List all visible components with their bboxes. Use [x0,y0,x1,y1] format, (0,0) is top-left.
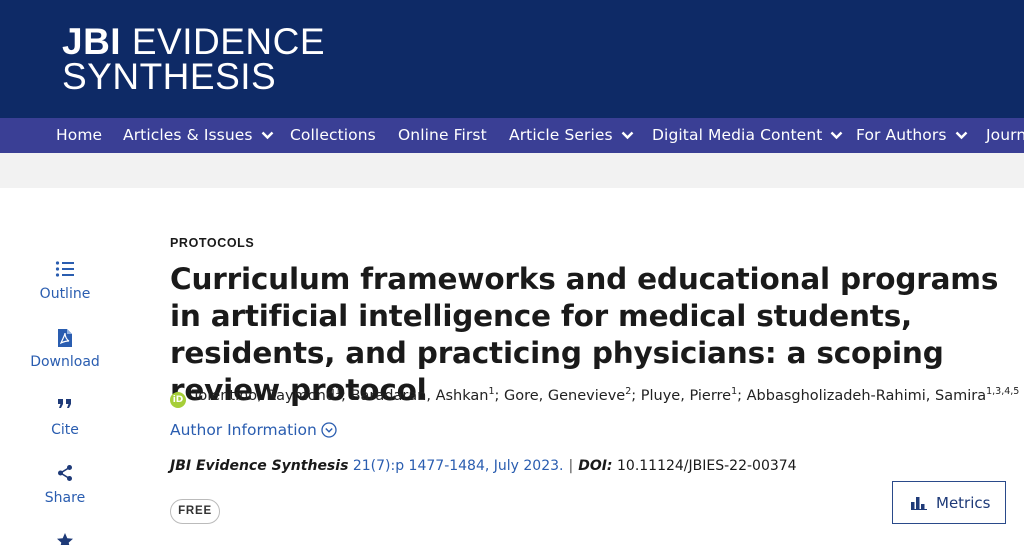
rail-cite[interactable]: Cite [20,396,110,438]
article-tools-rail: Outline Download Cite Share [0,188,130,545]
author-affiliation: 1 [488,386,495,397]
author-link[interactable]: Baradaran, Ashkan [351,388,489,404]
doi-value: 10.11124/JBIES-22-00374 [617,458,797,474]
author-list: iD Tolentino, Raymond1; Baradaran, Ashkan… [170,386,1020,408]
nav-for-authors[interactable]: For Authors [856,118,968,153]
nav-home-label: Home [56,126,103,144]
chevron-circle-down-icon [321,422,337,442]
masthead: JBI EVIDENCE SYNTHESIS [0,0,1024,118]
nav-digital-media-content[interactable]: Digital Media Content [652,118,843,153]
chevron-down-icon [261,131,274,140]
citation-line: JBI Evidence Synthesis 21(7):p 1477-1484… [170,458,797,474]
nav-article-series-label: Article Series [509,126,613,144]
author-affiliation: 1 [335,386,342,397]
nav-article-series[interactable]: Article Series [509,118,634,153]
nav-collections-label: Collections [290,126,376,144]
nav-articles-issues[interactable]: Articles & Issues [123,118,274,153]
nav-for-authors-label: For Authors [856,126,947,144]
rail-outline-label: Outline [39,286,91,302]
nav-journal[interactable]: Journ [986,118,1024,153]
nav-collections[interactable]: Collections [290,118,376,153]
journal-name: JBI Evidence Synthesis [170,458,349,474]
rail-download[interactable]: Download [20,328,110,370]
author-link[interactable]: Gore, Genevieve [504,388,625,404]
rail-download-label: Download [30,354,100,370]
author-affiliation: 1 [731,386,738,397]
star-icon [20,532,110,545]
author-affiliation: 1,3,4,5 [986,386,1020,397]
share-icon [20,464,110,484]
chevron-down-icon [955,131,968,140]
issue-link[interactable]: 21(7):p 1477-1484, July 2023. [353,458,564,474]
author-affiliation: 2 [625,386,632,397]
article-section: PROTOCOLS [170,236,255,250]
chevron-down-icon [830,131,843,140]
author-link[interactable]: Tolentino, Raymond [192,388,335,404]
rail-share-label: Share [44,490,86,506]
author-information-label: Author Information [170,421,317,439]
nav-articles-issues-label: Articles & Issues [123,126,253,144]
citation-separator: | [568,458,574,474]
nav-home[interactable]: Home [56,118,102,153]
main-nav: Home Articles & Issues Collections Onlin… [0,118,1024,153]
metrics-button[interactable]: Metrics [892,481,1006,524]
chevron-down-icon [621,131,634,140]
doi-label: DOI: [578,458,613,474]
rail-cite-label: Cite [51,422,79,438]
outline-icon [20,260,110,280]
orcid-icon[interactable]: iD [170,391,186,408]
content-topbar [0,153,1024,188]
nav-online-first[interactable]: Online First [398,118,487,153]
pdf-icon [20,328,110,348]
rail-favorite[interactable] [20,532,110,545]
author-information-toggle[interactable]: Author Information [170,421,337,442]
bar-chart-icon [911,496,927,514]
metrics-label: Metrics [936,494,991,512]
nav-online-first-label: Online First [398,126,487,144]
quote-icon [20,396,110,416]
rail-outline[interactable]: Outline [20,260,110,302]
nav-journal-label: Journ [986,126,1024,144]
rail-share[interactable]: Share [20,464,110,506]
free-access-badge: FREE [170,499,220,524]
nav-digital-media-content-label: Digital Media Content [652,126,823,144]
logo-synthesis: SYNTHESIS [62,56,277,98]
author-link[interactable]: Pluye, Pierre [641,388,731,404]
author-link[interactable]: Abbasgholizadeh-Rahimi, Samira [747,388,986,404]
journal-logo[interactable]: JBI EVIDENCE SYNTHESIS [62,23,325,98]
